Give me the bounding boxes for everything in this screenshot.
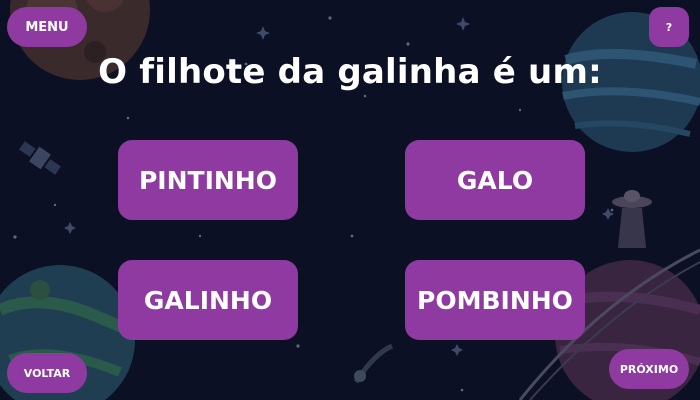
comet-icon <box>353 343 394 384</box>
help-button[interactable]: ? <box>649 7 689 47</box>
answer-button-galinho[interactable]: GALINHO <box>118 260 298 340</box>
next-button[interactable]: PRÓXIMO <box>609 349 689 389</box>
menu-button[interactable]: MENU <box>7 7 87 47</box>
answer-button-pintinho[interactable]: PINTINHO <box>118 140 298 220</box>
answer-button-galo[interactable]: GALO <box>405 140 585 220</box>
ufo-icon <box>612 190 652 248</box>
answer-button-pombinho[interactable]: POMBINHO <box>405 260 585 340</box>
back-button[interactable]: VOLTAR <box>7 353 87 393</box>
satellite-icon <box>19 141 61 175</box>
question-text: O filhote da galinha é um: <box>98 52 602 92</box>
